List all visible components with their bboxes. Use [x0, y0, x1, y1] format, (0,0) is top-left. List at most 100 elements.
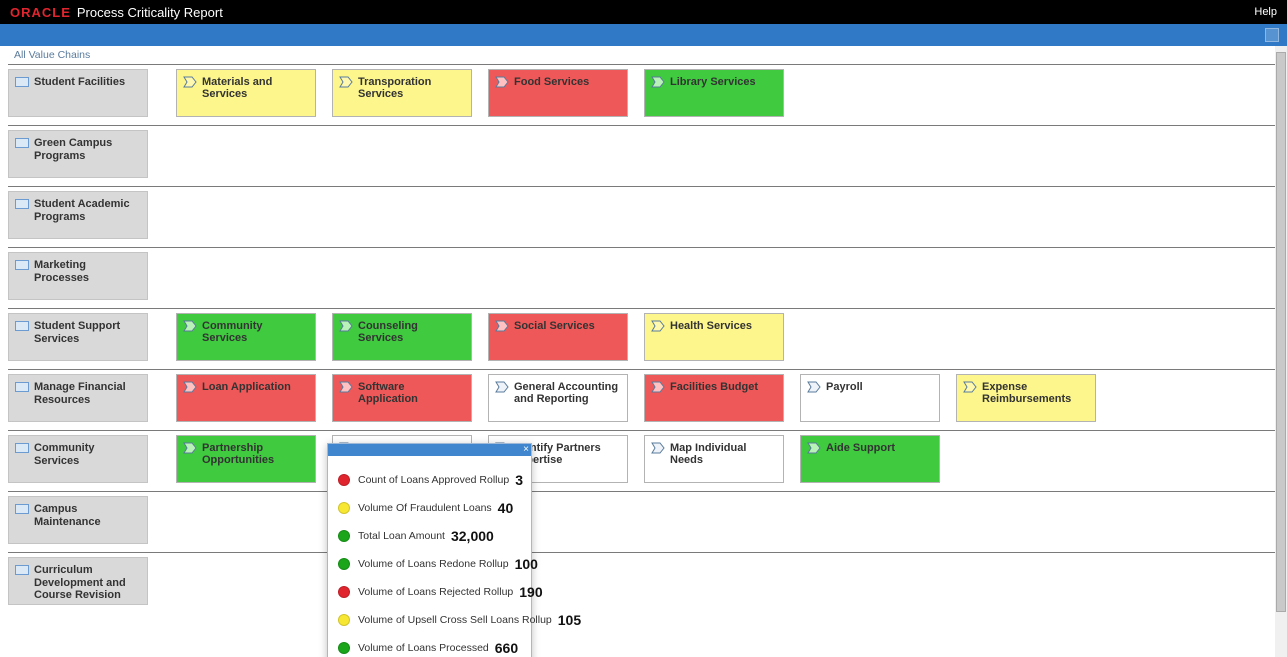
process-card[interactable]: General Accounting and Reporting [488, 374, 628, 422]
process-label: Partnership Opportunities [202, 442, 309, 466]
value-chain-card[interactable]: Student Facilities [8, 69, 148, 117]
process-card[interactable]: Partnership Opportunities [176, 435, 316, 483]
value-chain-icon [15, 382, 29, 392]
metric-row: Volume of Loans Redone Rollup100 [338, 550, 521, 578]
value-chain-card[interactable]: Curriculum Development and Course Revisi… [8, 557, 148, 605]
process-card[interactable]: Aide Support [800, 435, 940, 483]
scrollbar-thumb[interactable] [1276, 52, 1286, 612]
arrow-icon [807, 381, 821, 393]
value-chain-row: Student Support Services Community Servi… [8, 308, 1279, 369]
process-card[interactable]: Payroll [800, 374, 940, 422]
process-label: Payroll [826, 381, 863, 393]
process-card[interactable]: Counseling Services [332, 313, 472, 361]
scrollbar[interactable] [1275, 46, 1287, 657]
help-link[interactable]: Help [1254, 6, 1277, 18]
arrow-icon [651, 442, 665, 454]
process-label: Community Services [202, 320, 309, 344]
process-label: Transporation Services [358, 76, 465, 100]
metric-row: Volume Of Fraudulent Loans40 [338, 494, 521, 522]
status-dot-icon [338, 502, 350, 514]
process-label: General Accounting and Reporting [514, 381, 621, 405]
value-chain-icon [15, 199, 29, 209]
value-chain-row: Student Academic Programs [8, 186, 1279, 247]
arrow-icon [339, 320, 353, 332]
value-chain-label: Campus Maintenance [34, 503, 141, 528]
arrow-icon [651, 381, 665, 393]
process-label: Social Services [514, 320, 595, 332]
value-chain-icon [15, 565, 29, 575]
process-label: Loan Application [202, 381, 291, 393]
process-card[interactable]: Expense Reimbursements [956, 374, 1096, 422]
metric-value: 660 [495, 640, 518, 656]
arrow-icon [183, 76, 197, 88]
value-chain-icon [15, 443, 29, 453]
metric-label: Volume of Loans Processed [358, 642, 489, 654]
arrow-icon [963, 381, 977, 393]
value-chain-row: Green Campus Programs [8, 125, 1279, 186]
process-label: Health Services [670, 320, 752, 332]
arrow-icon [807, 442, 821, 454]
process-card[interactable]: Library Services [644, 69, 784, 117]
value-chain-row: Student Facilities Materials and Service… [8, 64, 1279, 125]
metric-row: Total Loan Amount32,000 [338, 522, 521, 550]
value-chain-icon [15, 260, 29, 270]
value-chain-card[interactable]: Campus Maintenance [8, 496, 148, 544]
value-chain-card[interactable]: Student Academic Programs [8, 191, 148, 239]
process-card[interactable]: Community Services [176, 313, 316, 361]
popup-header: × [328, 444, 531, 456]
status-dot-icon [338, 558, 350, 570]
process-card[interactable]: Map Individual Needs [644, 435, 784, 483]
arrow-icon [651, 320, 665, 332]
process-card[interactable]: Facilities Budget [644, 374, 784, 422]
metric-value: 40 [498, 500, 514, 516]
value-chain-label: Green Campus Programs [34, 137, 141, 162]
process-card[interactable]: Loan Application [176, 374, 316, 422]
close-icon[interactable]: × [523, 444, 529, 456]
status-dot-icon [338, 642, 350, 654]
page-title: Process Criticality Report [77, 5, 223, 20]
process-card[interactable]: Software Application [332, 374, 472, 422]
process-card[interactable]: Transporation Services [332, 69, 472, 117]
metric-label: Total Loan Amount [358, 530, 445, 542]
metric-label: Volume of Upsell Cross Sell Loans Rollup [358, 614, 552, 626]
export-icon[interactable] [1265, 28, 1279, 42]
breadcrumb[interactable]: All Value Chains [8, 46, 1279, 64]
value-chain-label: Curriculum Development and Course Revisi… [34, 564, 141, 602]
content-area: All Value Chains Student Facilities Mate… [0, 46, 1287, 657]
metric-row: Volume of Loans Rejected Rollup190 [338, 578, 521, 606]
metric-label: Volume of Loans Rejected Rollup [358, 586, 513, 598]
metric-row: Volume of Upsell Cross Sell Loans Rollup… [338, 606, 521, 634]
value-chain-label: Community Services [34, 442, 141, 467]
value-chain-card[interactable]: Community Services [8, 435, 148, 483]
value-chain-card[interactable]: Student Support Services [8, 313, 148, 361]
metrics-popup: × Count of Loans Approved Rollup3Volume … [327, 443, 532, 657]
value-chain-card[interactable]: Green Campus Programs [8, 130, 148, 178]
value-chain-card[interactable]: Marketing Processes [8, 252, 148, 300]
value-chain-card[interactable]: Manage Financial Resources [8, 374, 148, 422]
value-chain-label: Student Academic Programs [34, 198, 141, 223]
process-label: Food Services [514, 76, 589, 88]
value-chain-icon [15, 77, 29, 87]
value-chain-icon [15, 138, 29, 148]
process-card[interactable]: Social Services [488, 313, 628, 361]
status-dot-icon [338, 586, 350, 598]
process-label: Aide Support [826, 442, 895, 454]
process-card[interactable]: Food Services [488, 69, 628, 117]
process-card[interactable]: Materials and Services [176, 69, 316, 117]
value-chain-row: Curriculum Development and Course Revisi… [8, 552, 1279, 613]
arrow-icon [651, 76, 665, 88]
metric-value: 105 [558, 612, 581, 628]
arrow-icon [183, 442, 197, 454]
process-label: Expense Reimbursements [982, 381, 1089, 405]
value-chain-label: Student Support Services [34, 320, 141, 345]
value-chain-label: Manage Financial Resources [34, 381, 141, 406]
process-label: Map Individual Needs [670, 442, 777, 466]
arrow-icon [183, 381, 197, 393]
metric-row: Volume of Loans Processed 660 [338, 634, 521, 657]
process-card[interactable]: Health Services [644, 313, 784, 361]
value-chain-label: Student Facilities [34, 76, 125, 89]
arrow-icon [339, 76, 353, 88]
process-label: Counseling Services [358, 320, 465, 344]
value-chain-icon [15, 504, 29, 514]
toolbar [0, 24, 1287, 46]
